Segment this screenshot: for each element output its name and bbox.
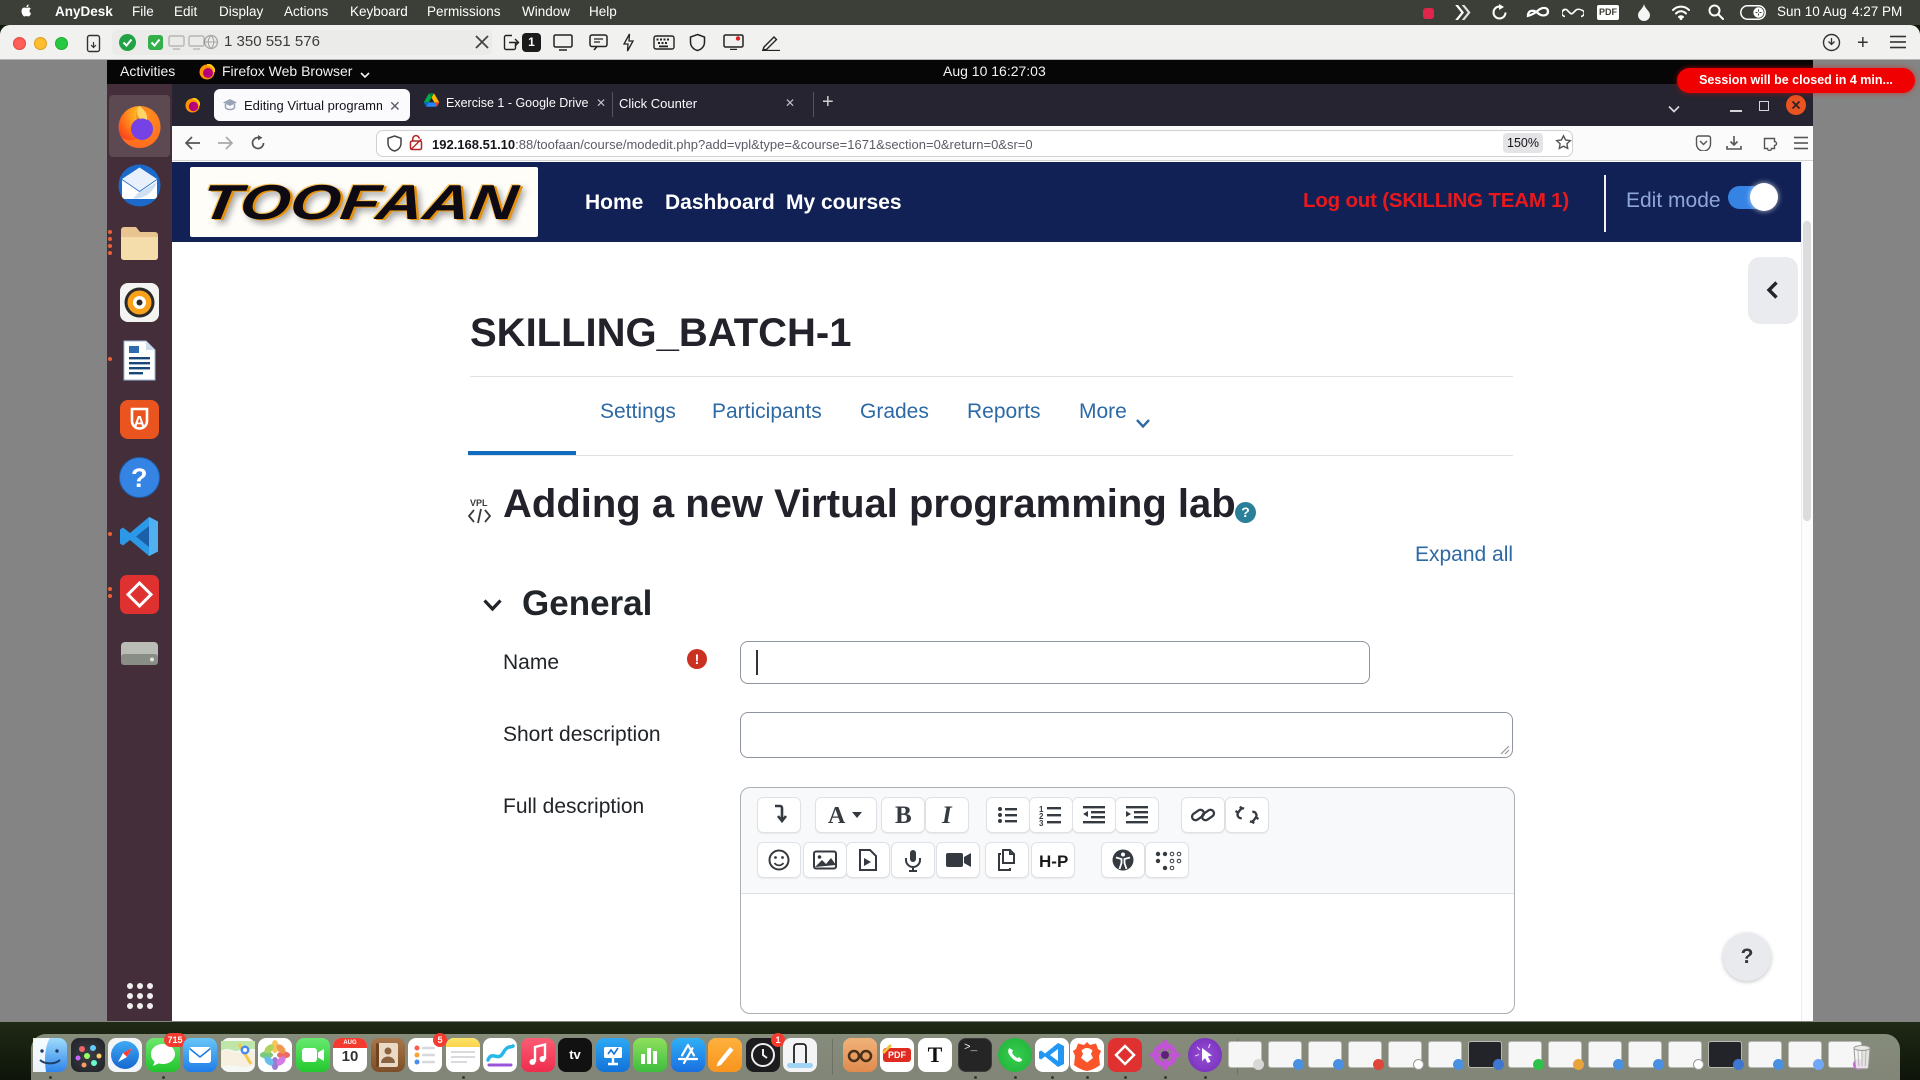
svg-text:A: A: [828, 803, 846, 829]
svg-text:I: I: [941, 802, 953, 829]
svg-text:A: A: [134, 414, 146, 431]
svg-text:?: ?: [131, 463, 148, 493]
svg-text:B: B: [895, 802, 912, 829]
svg-text:VPL: VPL: [470, 498, 488, 508]
svg-text:3: 3: [1039, 819, 1044, 828]
svg-text:H-P: H-P: [1039, 852, 1068, 871]
